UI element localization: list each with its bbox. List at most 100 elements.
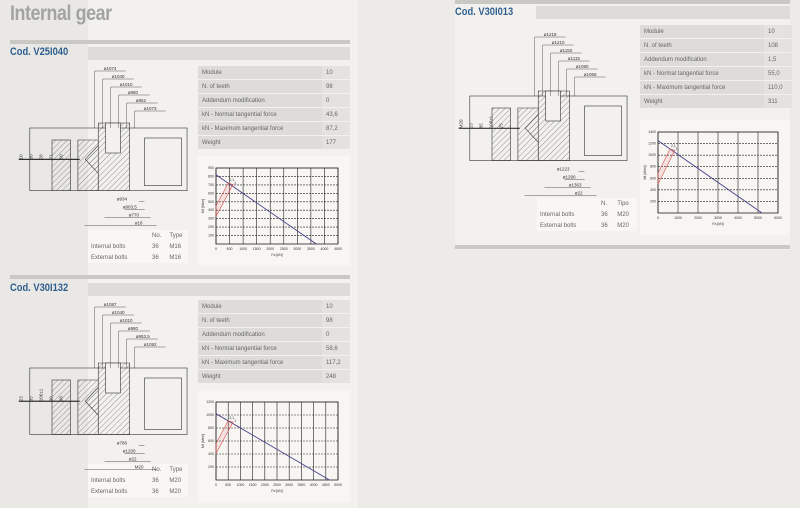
- x-tick-label: 1500: [249, 483, 257, 487]
- curve-label: 1: [676, 147, 678, 151]
- dimension-label: ø1040: [112, 74, 125, 79]
- x-tick-label: 4000: [321, 247, 329, 251]
- x-tick-label: 0: [215, 247, 217, 251]
- spec-value: 311: [764, 95, 792, 108]
- spec-value: 87,2: [322, 122, 350, 135]
- dimension-label: 90: [48, 396, 53, 402]
- load-curve: [215, 413, 330, 481]
- spec-label: Module: [640, 25, 764, 38]
- inner-ring: [51, 379, 71, 435]
- bolts-header-cell: No.: [152, 232, 162, 239]
- x-axis-label: Fa [kN]: [712, 222, 723, 226]
- dimension-label: 75: [498, 123, 503, 129]
- x-tick-label: 0: [215, 483, 217, 487]
- bolts-cell: M16: [169, 243, 182, 250]
- y-tick-label: 800: [208, 426, 214, 430]
- spec-row: Addendum modification 0: [198, 94, 350, 107]
- dimension-label: 23: [18, 396, 23, 402]
- y-tick-label: 600: [208, 191, 214, 195]
- y-tick-label: 1200: [648, 142, 656, 146]
- y-tick-label: 500: [208, 200, 214, 204]
- x-tick-label: 2500: [280, 247, 288, 251]
- dimension-label: ø1040: [112, 310, 125, 315]
- spec-value: 0: [322, 328, 350, 341]
- dimension-label: ø1200: [123, 449, 136, 454]
- section-divider: [10, 275, 350, 279]
- code-header-bar: [88, 283, 350, 296]
- x-axis-label: Fa [kN]: [271, 489, 282, 493]
- divider: [455, 245, 790, 249]
- bolts-cell: External bolts: [540, 222, 577, 229]
- load-chart: 0 1000 2000 3000 4000 5000 6000 200 400 600 800 100…: [640, 120, 790, 235]
- x-tick-label: 1000: [237, 483, 245, 487]
- bolts-cell: M16: [169, 254, 182, 261]
- spec-label: Addendum modification: [198, 328, 322, 341]
- bolts-row: External bolts 36 M20: [537, 220, 637, 231]
- spec-value: 58,6: [322, 342, 350, 355]
- x-tick-label: 2000: [266, 247, 274, 251]
- spec-value: 10: [322, 66, 350, 79]
- curve-label: 1: [234, 419, 236, 423]
- chart-svg: 0 500 1000 1500 2000 2500 3000 3500 4000 4500 5000…: [201, 400, 342, 493]
- bolts-cell: 36: [152, 477, 159, 484]
- dimension-label: 23: [468, 123, 473, 129]
- dimension-label: ø1074: [104, 66, 117, 71]
- bolts-cell: M20: [169, 477, 182, 484]
- y-tick-label: 600: [208, 439, 214, 443]
- dimension-label: ø903,5: [123, 205, 138, 210]
- dimension-label: 80: [28, 154, 33, 160]
- technical-drawing: ø1074 ø1040 ø1010 ø980 ø952 ø1073 ø934 ø903,5 ø7…: [18, 66, 188, 226]
- dimension-label: ø1150: [560, 48, 573, 53]
- spec-label: N. of teeth: [198, 314, 322, 327]
- spec-row: Module 10: [640, 25, 792, 38]
- x-tick-label: 4000: [310, 483, 318, 487]
- x-tick-label: 5000: [754, 216, 762, 220]
- code-header-bar: [88, 47, 350, 60]
- spec-label: kN - Maximum tangential force: [198, 356, 322, 369]
- dimension-label: ø1210: [552, 40, 565, 45]
- spec-row: Addendum modification 0: [198, 328, 350, 341]
- bolts-cell: 36: [601, 222, 608, 229]
- inner-ring: [491, 107, 511, 161]
- spec-row: Weight 248: [198, 370, 350, 383]
- bolts-cell: 36: [152, 488, 159, 495]
- spec-label: kN - Maximum tangential force: [640, 81, 764, 94]
- empty-cell: [88, 230, 149, 241]
- bolts-cell: M20: [617, 211, 629, 218]
- x-tick-label: 3000: [285, 483, 293, 487]
- bolts-header: No. Type: [88, 230, 188, 241]
- y-tick-label: 900: [208, 166, 214, 170]
- y-axis-label: Mt [kNm]: [201, 434, 205, 448]
- x-tick-label: 2500: [273, 483, 281, 487]
- x-axis-label: Fa [kN]: [271, 253, 282, 257]
- chart-svg: 0 1000 2000 3000 4000 5000 6000 200 400 600 800 100…: [643, 130, 782, 226]
- y-tick-label: 1000: [648, 153, 656, 157]
- spec-value: 55,0: [764, 67, 792, 80]
- spec-label: Weight: [640, 95, 764, 108]
- y-axis-label: Mt [kNm]: [643, 165, 647, 179]
- load-chart: 0 500 1000 1500 2000 2500 3000 3500 4000 4500 100 2…: [198, 156, 350, 266]
- spec-row: kN - Maximum tangential force 110,0: [640, 81, 792, 94]
- y-tick-label: 600: [650, 176, 656, 180]
- bolt-limit-zone: [215, 420, 234, 454]
- technical-drawing: ø1218 ø1210 ø1150 ø1115 ø1080 ø1066 ø1223 ø1290…: [458, 32, 628, 196]
- spec-row: kN - Maximum tangential force 117,2: [198, 356, 350, 369]
- dimension-label: ø1010: [120, 318, 133, 323]
- dimension-label: ø1290: [563, 175, 576, 180]
- dimension-label: 85: [478, 123, 483, 129]
- spec-label: kN - Maximum tangential force: [198, 122, 322, 135]
- x-tick-label: 1000: [239, 247, 247, 251]
- bolts-table: N. Tipo Internal bolts 36 M20 External bolts 3…: [537, 198, 637, 231]
- y-tick-label: 200: [208, 225, 214, 229]
- bolt-hole: [105, 122, 121, 154]
- spec-label: kN - Normal tangential force: [198, 342, 322, 355]
- bolts-cell: M20: [169, 488, 182, 495]
- x-tick-label: 5000: [334, 483, 342, 487]
- x-tick-label: 3000: [714, 216, 722, 220]
- bolts-cell: Internal bolts: [91, 243, 126, 250]
- y-tick-label: 200: [208, 465, 214, 469]
- spec-value: 0: [322, 94, 350, 107]
- bolts-table: No. Type Internal bolts 36 M16 External bolts…: [88, 230, 188, 263]
- bolt-hole: [105, 362, 121, 394]
- dimension-label: ø1073: [144, 106, 157, 111]
